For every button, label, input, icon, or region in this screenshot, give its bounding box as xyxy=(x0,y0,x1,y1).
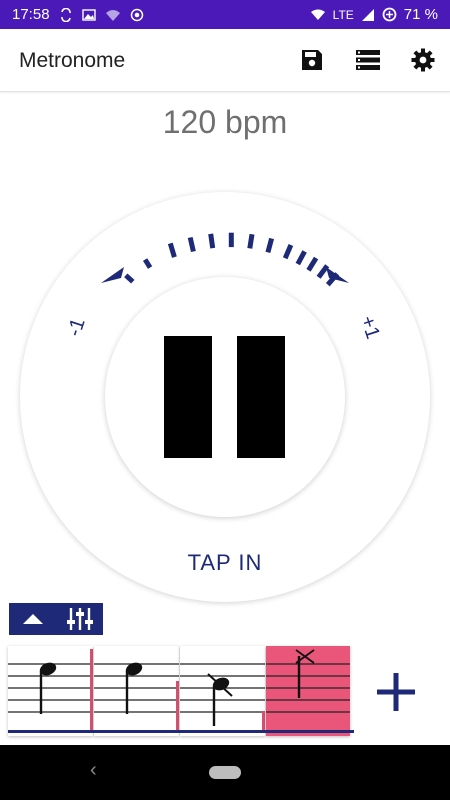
beat-card-4[interactable] xyxy=(266,646,350,736)
wifi-off-icon xyxy=(310,8,326,21)
network-label: LTE xyxy=(332,7,354,22)
quarter-note-icon xyxy=(8,649,93,733)
tap-in-button[interactable]: TAP IN xyxy=(20,550,430,576)
back-icon[interactable]: ‹ xyxy=(90,759,97,782)
home-pill-icon[interactable] xyxy=(209,766,241,779)
bpm-display: 120 bpm xyxy=(162,104,288,140)
sync-icon xyxy=(59,7,73,22)
plus-icon xyxy=(377,673,415,711)
ghost-note-icon xyxy=(266,649,350,713)
floppy-disk-icon xyxy=(302,50,322,70)
slower-arrow-icon xyxy=(101,267,124,283)
list-button[interactable] xyxy=(355,47,381,73)
battery-label: 71 % xyxy=(403,6,438,23)
beat-toolbar xyxy=(9,603,103,635)
beat-strip-baseline xyxy=(8,730,354,733)
app-title: Metronome xyxy=(19,49,126,72)
add-beat-button[interactable] xyxy=(372,668,420,716)
mixer-button[interactable] xyxy=(56,603,103,635)
record-icon xyxy=(130,8,144,22)
quarter-note-icon xyxy=(94,662,179,733)
sliders-icon xyxy=(66,608,93,630)
save-button[interactable] xyxy=(299,47,325,73)
beat-card-1[interactable] xyxy=(8,646,93,736)
tempo-dial[interactable]: -1 +1 TAP IN xyxy=(20,192,430,602)
storage-list-icon xyxy=(356,50,380,70)
beat-card-3[interactable] xyxy=(180,646,265,736)
play-pause-button[interactable] xyxy=(105,277,345,517)
gear-icon xyxy=(411,48,435,72)
beat-card-2[interactable] xyxy=(94,646,179,736)
collapse-beats-button[interactable] xyxy=(9,603,56,635)
settings-button[interactable] xyxy=(410,47,436,73)
system-nav-bar: ‹ xyxy=(0,745,450,800)
beat-strip xyxy=(8,646,364,738)
pause-icon-bar-right xyxy=(237,336,285,458)
app-bar: Metronome xyxy=(0,29,450,92)
signal-icon xyxy=(361,8,375,22)
wifi-question-icon xyxy=(105,8,121,22)
image-icon xyxy=(81,8,96,22)
battery-saver-icon xyxy=(382,7,397,22)
status-time: 17:58 xyxy=(12,6,50,23)
muted-note-icon xyxy=(180,663,265,733)
pause-icon-bar-left xyxy=(164,336,212,458)
status-bar: 17:58 LTE 71 % xyxy=(0,0,450,29)
triangle-up-icon xyxy=(22,614,43,624)
